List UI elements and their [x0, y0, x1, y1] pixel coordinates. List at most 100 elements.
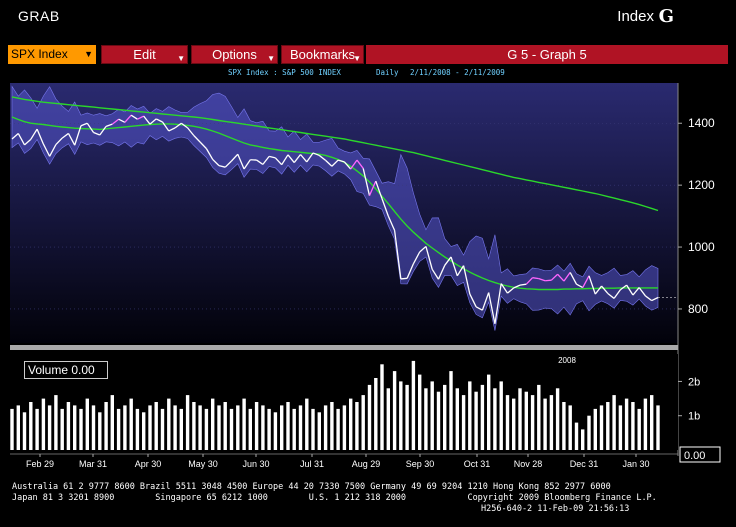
volume-tick-label: 1b: [688, 411, 700, 423]
price-line-segment: [400, 277, 408, 280]
volume-bar: [436, 391, 441, 450]
volume-bar: [179, 408, 183, 450]
chart-subheader: SPX Index : S&P 500 INDEX Daily 2/11/200…: [10, 66, 675, 80]
volume-bar: [129, 398, 133, 450]
chevron-down-icon: ▼: [84, 49, 93, 59]
volume-bar: [142, 412, 146, 450]
volume-bar: [91, 405, 96, 450]
ticker-label: SPX Index: [11, 47, 68, 61]
volume-bar: [29, 402, 33, 450]
volume-bar: [392, 371, 397, 450]
volume-bar: [574, 422, 579, 450]
volume-panel: 1b 2b 0.00: [10, 354, 721, 463]
volume-bar: [135, 408, 140, 450]
volume-bar: [411, 360, 416, 450]
volume-bar: [160, 408, 165, 450]
volume-bar: [374, 378, 378, 450]
footer-contacts-1: Australia 61 2 9777 8600 Brazil 5511 304…: [12, 482, 611, 492]
volume-bar: [204, 408, 209, 450]
volume-bar: [298, 405, 303, 450]
volume-bar: [643, 398, 648, 450]
ticker-dropdown[interactable]: SPX Index ▼: [8, 45, 96, 64]
volume-bar: [505, 395, 510, 450]
x-tick-label: Nov 28: [514, 459, 543, 469]
volume-bar: [618, 405, 623, 450]
volume-bar: [185, 395, 190, 450]
volume-bar: [66, 402, 71, 450]
x-tick-label: Dec 31: [570, 459, 599, 469]
price-line-segment: [519, 283, 527, 286]
volume-bar: [41, 398, 46, 450]
x-tick-label: Jun 30: [242, 459, 269, 469]
edit-menu-button[interactable]: Edit ▼: [101, 45, 188, 64]
volume-bar: [342, 405, 347, 450]
bloomberg-logo-icon: G: [658, 6, 674, 27]
volume-bar: [562, 402, 566, 450]
volume-bar: [336, 408, 340, 450]
x-tick-label: Oct 31: [464, 459, 491, 469]
volume-bar: [330, 402, 334, 450]
volume-bar: [317, 412, 321, 450]
volume-bar: [10, 408, 14, 450]
volume-bar: [173, 405, 177, 450]
volume-bar: [98, 412, 102, 450]
volume-bar: [599, 405, 604, 450]
price-tick-label: 1000: [688, 240, 715, 254]
volume-bar: [217, 405, 221, 450]
x-tick-label: Jul 31: [300, 459, 324, 469]
price-volume-chart[interactable]: 800 1000 1200 1400 1b 2b 0.00 Feb 29 Mar 31 Apr…: [0, 80, 736, 480]
volume-bar: [418, 374, 422, 450]
volume-bar: [555, 388, 560, 450]
volume-bar: [16, 405, 20, 450]
volume-bar: [543, 398, 547, 450]
volume-bar: [386, 388, 390, 450]
x-tick-label: May 30: [188, 459, 218, 469]
bookmarks-menu-label: Bookmarks: [289, 47, 356, 62]
volume-bar: [236, 405, 240, 450]
volume-bar: [443, 384, 447, 450]
bookmarks-menu-button[interactable]: Bookmarks ▼: [281, 45, 364, 64]
x-tick-label: Mar 31: [79, 459, 107, 469]
volume-bar: [248, 408, 252, 450]
volume-bar: [104, 402, 108, 450]
volume-bar: [229, 408, 234, 450]
volume-bar: [637, 408, 641, 450]
options-menu-button[interactable]: Options ▼: [191, 45, 278, 64]
volume-bar: [280, 405, 284, 450]
volume-bar: [198, 405, 202, 450]
volume-bar: [461, 395, 466, 450]
volume-bar: [311, 408, 315, 450]
volume-bar: [581, 429, 585, 450]
volume-bar: [211, 398, 215, 450]
volume-bar: [254, 402, 259, 450]
volume-bar: [612, 395, 616, 450]
period-label: Daily: [376, 68, 399, 77]
volume-bar: [468, 381, 472, 450]
volume-legend: Volume 0.00: [24, 361, 108, 379]
volume-bar: [430, 381, 434, 450]
volume-bar: [593, 408, 597, 450]
volume-bar: [355, 402, 359, 450]
volume-bar: [242, 398, 246, 450]
volume-bar: [110, 395, 114, 450]
volume-bar: [273, 412, 278, 450]
volume-bar: [480, 384, 485, 450]
volume-bar: [537, 384, 541, 450]
volume-bar: [650, 395, 654, 450]
volume-bar: [54, 395, 58, 450]
volume-bar: [79, 408, 83, 450]
volume-bar: [22, 412, 27, 450]
volume-bar: [493, 388, 497, 450]
price-line-segment: [532, 277, 539, 280]
volume-bar: [399, 381, 403, 450]
volume-bar: [35, 408, 39, 450]
volume-bar: [305, 398, 309, 450]
volume-bar: [424, 388, 428, 450]
price-tick-label: 800: [688, 302, 708, 316]
volume-bar: [148, 405, 152, 450]
security-description: SPX Index : S&P 500 INDEX: [228, 68, 341, 77]
volume-bar: [587, 415, 591, 450]
panel-divider: [10, 345, 678, 350]
volume-bar: [223, 402, 227, 450]
x-tick-label: Sep 30: [406, 459, 435, 469]
